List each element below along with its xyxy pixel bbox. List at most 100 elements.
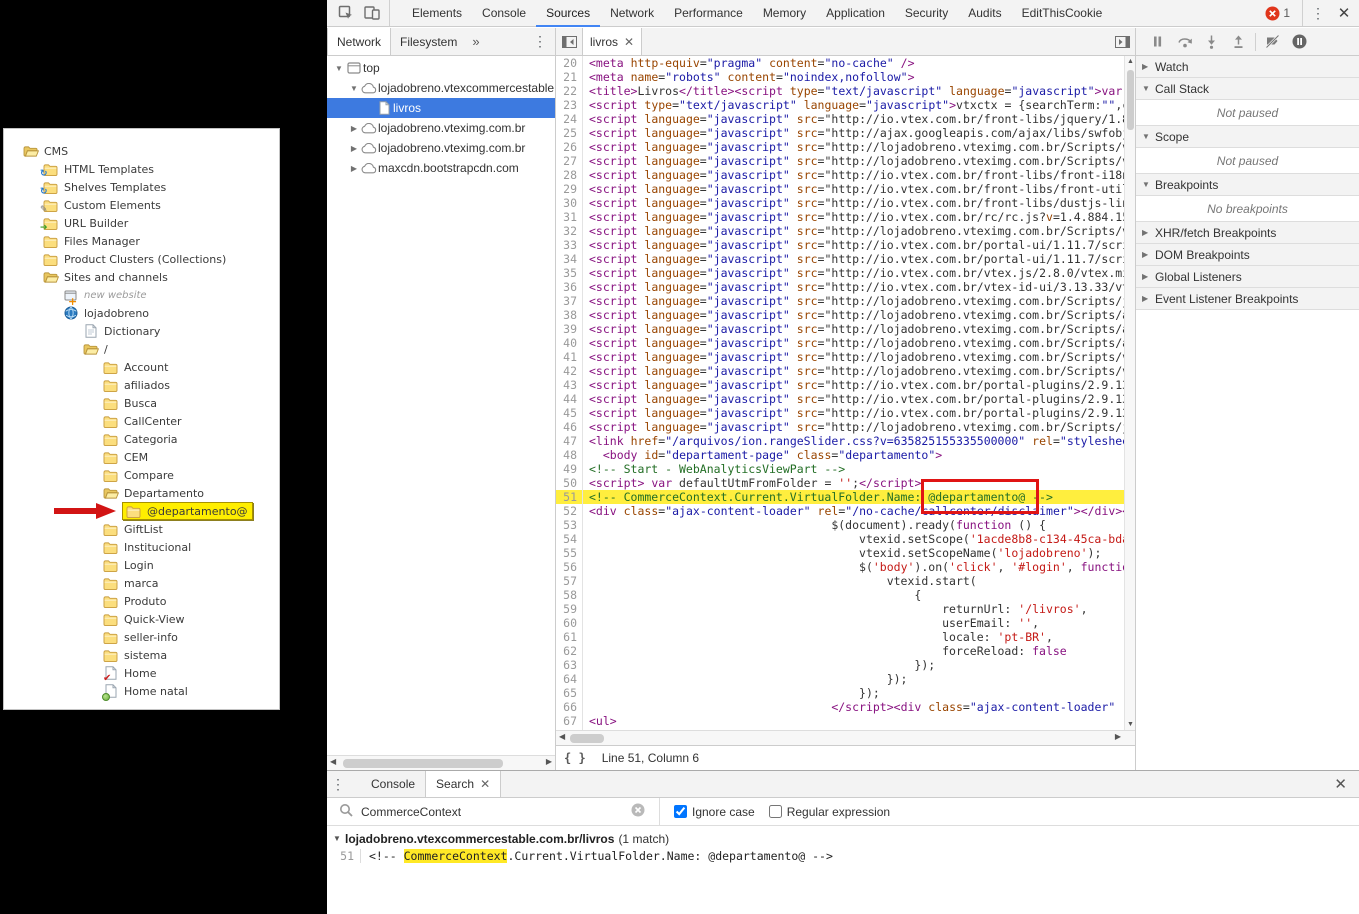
line-number[interactable]: 27 bbox=[556, 154, 583, 168]
cms-tree-item[interactable]: Files Manager bbox=[4, 232, 279, 250]
cms-tree-item[interactable]: Departamento bbox=[4, 484, 279, 502]
line-number[interactable]: 56 bbox=[556, 560, 583, 574]
section-xhr-fetch-breakpoints[interactable]: ▶XHR/fetch Breakpoints bbox=[1136, 222, 1359, 244]
line-number[interactable]: 35 bbox=[556, 266, 583, 280]
step-into-icon[interactable] bbox=[1198, 30, 1225, 54]
cms-tree-item[interactable]: Product Clusters (Collections) bbox=[4, 250, 279, 268]
line-number[interactable]: 42 bbox=[556, 364, 583, 378]
cms-tree-item[interactable]: CMS bbox=[4, 142, 279, 160]
tab-elements[interactable]: Elements bbox=[402, 0, 472, 27]
tab-audits[interactable]: Audits bbox=[958, 0, 1011, 27]
navigator-hscrollbar[interactable]: ◀ ▶ bbox=[327, 755, 555, 770]
line-number[interactable]: 21 bbox=[556, 70, 583, 84]
line-number[interactable]: 41 bbox=[556, 350, 583, 364]
cms-tree-item[interactable]: sistema bbox=[4, 646, 279, 664]
tab-filesystem[interactable]: Filesystem bbox=[391, 28, 466, 55]
section-breakpoints[interactable]: ▼Breakpoints bbox=[1136, 174, 1359, 196]
tab-security[interactable]: Security bbox=[895, 0, 958, 27]
line-number[interactable]: 31 bbox=[556, 210, 583, 224]
section-call-stack[interactable]: ▼Call Stack bbox=[1136, 78, 1359, 100]
line-number[interactable]: 55 bbox=[556, 546, 583, 560]
kebab-menu-icon[interactable]: ⋮ bbox=[1307, 5, 1329, 22]
section-dom-breakpoints[interactable]: ▶DOM Breakpoints bbox=[1136, 244, 1359, 266]
line-number[interactable]: 64 bbox=[556, 672, 583, 686]
line-number[interactable]: 38 bbox=[556, 308, 583, 322]
pause-on-exceptions-icon[interactable] bbox=[1286, 30, 1313, 54]
cms-tree-item[interactable]: Login bbox=[4, 556, 279, 574]
cms-tree-item[interactable]: Busca bbox=[4, 394, 279, 412]
line-number[interactable]: 47 bbox=[556, 434, 583, 448]
expander-icon[interactable]: ▶ bbox=[1142, 250, 1155, 259]
editor-hscrollbar[interactable]: ◀ ▶ bbox=[556, 730, 1135, 745]
line-number[interactable]: 65 bbox=[556, 686, 583, 700]
line-number[interactable]: 61 bbox=[556, 630, 583, 644]
expander-icon[interactable]: ▼ bbox=[1142, 84, 1155, 93]
expander-icon[interactable]: ▼ bbox=[333, 834, 345, 843]
tab-memory[interactable]: Memory bbox=[753, 0, 816, 27]
file-tree-item-selected[interactable]: livros bbox=[327, 98, 555, 118]
scroll-right-icon[interactable]: ▶ bbox=[546, 757, 552, 766]
pause-icon[interactable] bbox=[1144, 30, 1171, 54]
cms-tree-item[interactable]: Home natal bbox=[4, 682, 279, 700]
cms-tree-item[interactable]: ➔URL Builder bbox=[4, 214, 279, 232]
deactivate-breakpoints-icon[interactable] bbox=[1259, 30, 1286, 54]
cms-tree-item[interactable]: Account bbox=[4, 358, 279, 376]
cms-tree-item[interactable]: ↻HTML Templates bbox=[4, 160, 279, 178]
tab-sources[interactable]: Sources bbox=[536, 0, 600, 27]
file-tree-item[interactable]: ▶lojadobreno.vteximg.com.br bbox=[327, 138, 555, 158]
cms-tree-item[interactable]: Sites and channels bbox=[4, 268, 279, 286]
tab-application[interactable]: Application bbox=[816, 0, 895, 27]
line-number[interactable]: 51 bbox=[556, 490, 583, 504]
line-number[interactable]: 62 bbox=[556, 644, 583, 658]
line-number[interactable]: 39 bbox=[556, 322, 583, 336]
close-icon[interactable]: ✕ bbox=[1329, 4, 1359, 22]
line-number[interactable]: 49 bbox=[556, 462, 583, 476]
line-number[interactable]: 26 bbox=[556, 140, 583, 154]
tab-console[interactable]: Console bbox=[361, 771, 425, 797]
ignore-case-checkbox[interactable] bbox=[674, 805, 687, 818]
cms-tree-item[interactable]: Quick-View bbox=[4, 610, 279, 628]
line-number[interactable]: 34 bbox=[556, 252, 583, 266]
line-number[interactable]: 43 bbox=[556, 378, 583, 392]
more-tabs-icon[interactable]: » bbox=[466, 28, 485, 55]
cms-tree-item[interactable]: Dictionary bbox=[4, 322, 279, 340]
cms-tree-item[interactable]: Produto bbox=[4, 592, 279, 610]
clear-search-icon[interactable] bbox=[631, 803, 645, 820]
expander-icon[interactable]: ▶ bbox=[348, 144, 360, 153]
line-number[interactable]: 53 bbox=[556, 518, 583, 532]
expander-icon[interactable]: ▶ bbox=[1142, 294, 1155, 303]
section-event-listener-breakpoints[interactable]: ▶Event Listener Breakpoints bbox=[1136, 288, 1359, 310]
scroll-right-icon[interactable]: ▶ bbox=[1115, 732, 1121, 741]
line-number[interactable]: 63 bbox=[556, 658, 583, 672]
section-watch[interactable]: ▶Watch bbox=[1136, 56, 1359, 78]
regex-checkbox[interactable] bbox=[769, 805, 782, 818]
line-number[interactable]: 50 bbox=[556, 476, 583, 490]
step-over-icon[interactable] bbox=[1171, 30, 1198, 54]
expander-icon[interactable]: ▼ bbox=[333, 64, 345, 73]
search-result-file[interactable]: ▼ lojadobreno.vtexcommercestable.com.br/… bbox=[327, 830, 1359, 847]
tab-search[interactable]: Search ✕ bbox=[425, 771, 501, 797]
cms-tree-item[interactable]: lojadobreno bbox=[4, 304, 279, 322]
line-number[interactable]: 52 bbox=[556, 504, 583, 518]
pretty-print-icon[interactable]: { } bbox=[564, 751, 586, 765]
line-number[interactable]: 44 bbox=[556, 392, 583, 406]
navigator-kebab-icon[interactable]: ⋮ bbox=[533, 28, 555, 55]
scrollbar-thumb[interactable] bbox=[1127, 70, 1134, 130]
cms-tree-item[interactable]: ✔Home bbox=[4, 664, 279, 682]
cms-tree-item[interactable]: Compare bbox=[4, 466, 279, 484]
line-number[interactable]: 32 bbox=[556, 224, 583, 238]
expander-icon[interactable]: ▶ bbox=[1142, 272, 1155, 281]
tab-network[interactable]: Network bbox=[600, 0, 664, 27]
expander-icon[interactable]: ▶ bbox=[348, 124, 360, 133]
cms-tree-item[interactable]: seller-info bbox=[4, 628, 279, 646]
line-number[interactable]: 33 bbox=[556, 238, 583, 252]
line-number[interactable]: 20 bbox=[556, 56, 583, 70]
scrollbar-thumb[interactable] bbox=[343, 759, 503, 768]
line-number[interactable]: 45 bbox=[556, 406, 583, 420]
cms-tree-item[interactable]: Institucional bbox=[4, 538, 279, 556]
line-number[interactable]: 60 bbox=[556, 616, 583, 630]
cms-tree-item[interactable]: +new website bbox=[4, 286, 279, 304]
line-number[interactable]: 30 bbox=[556, 196, 583, 210]
section-scope[interactable]: ▼Scope bbox=[1136, 126, 1359, 148]
cms-tree-item[interactable]: marca bbox=[4, 574, 279, 592]
